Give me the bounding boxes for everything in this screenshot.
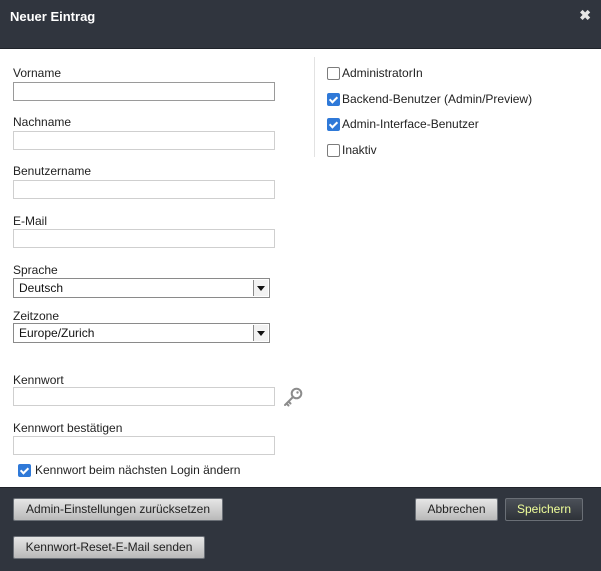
kennwort-label: Kennwort (13, 373, 64, 387)
vorname-label: Vorname (13, 66, 62, 80)
sprache-selected-value: Deutsch (19, 281, 64, 295)
zeitzone-selected-value: Europe/Zurich (19, 326, 95, 340)
column-divider (314, 57, 315, 157)
dialog-footer: Admin-Einstellungen zurücksetzen Kennwor… (0, 487, 601, 571)
role-admin-interface-user-label: Admin-Interface-Benutzer (342, 117, 479, 131)
dialog-title: Neuer Eintrag (10, 9, 96, 24)
zeitzone-label: Zeitzone (13, 309, 60, 323)
nachname-label: Nachname (13, 115, 72, 129)
sprache-select[interactable]: Deutsch (13, 278, 270, 298)
change-password-next-login-label: Kennwort beim nächsten Login ändern (35, 463, 241, 477)
role-backend-user-label: Backend-Benutzer (Admin/Preview) (342, 92, 533, 106)
close-icon[interactable]: ✖ (579, 7, 591, 23)
nachname-input[interactable] (13, 131, 275, 150)
benutzername-label: Benutzername (13, 164, 92, 178)
reset-admin-settings-button[interactable]: Admin-Einstellungen zurücksetzen (13, 498, 223, 521)
kennwort-input[interactable] (13, 387, 275, 406)
dialog-titlebar: Neuer Eintrag ✖ (0, 0, 601, 49)
save-button[interactable]: Speichern (505, 498, 583, 521)
email-input[interactable] (13, 229, 275, 248)
chevron-down-icon (253, 280, 268, 296)
send-password-reset-email-button[interactable]: Kennwort-Reset-E-Mail senden (13, 536, 205, 559)
vorname-input[interactable] (13, 82, 275, 101)
role-admin-interface-user-checkbox[interactable] (327, 118, 340, 131)
kennwort-bestaetigen-label: Kennwort bestätigen (13, 421, 123, 435)
benutzername-input[interactable] (13, 180, 275, 199)
chevron-down-icon (253, 325, 268, 341)
new-entry-dialog: Neuer Eintrag ✖ Vorname Nachname Benutze… (0, 0, 601, 571)
kennwort-bestaetigen-input[interactable] (13, 436, 275, 455)
role-inaktiv-checkbox[interactable] (327, 144, 340, 157)
key-icon[interactable] (282, 386, 304, 408)
email-label: E-Mail (13, 214, 48, 228)
role-administratorin-checkbox[interactable] (327, 67, 340, 80)
zeitzone-select[interactable]: Europe/Zurich (13, 323, 270, 343)
dialog-content: Vorname Nachname Benutzername E-Mail Spr… (0, 49, 601, 487)
sprache-label: Sprache (13, 263, 58, 277)
change-password-next-login-checkbox[interactable] (18, 464, 31, 477)
role-inaktiv-label: Inaktiv (342, 143, 377, 157)
cancel-button[interactable]: Abbrechen (415, 498, 498, 521)
role-administratorin-label: AdministratorIn (342, 66, 423, 80)
role-backend-user-checkbox[interactable] (327, 93, 340, 106)
